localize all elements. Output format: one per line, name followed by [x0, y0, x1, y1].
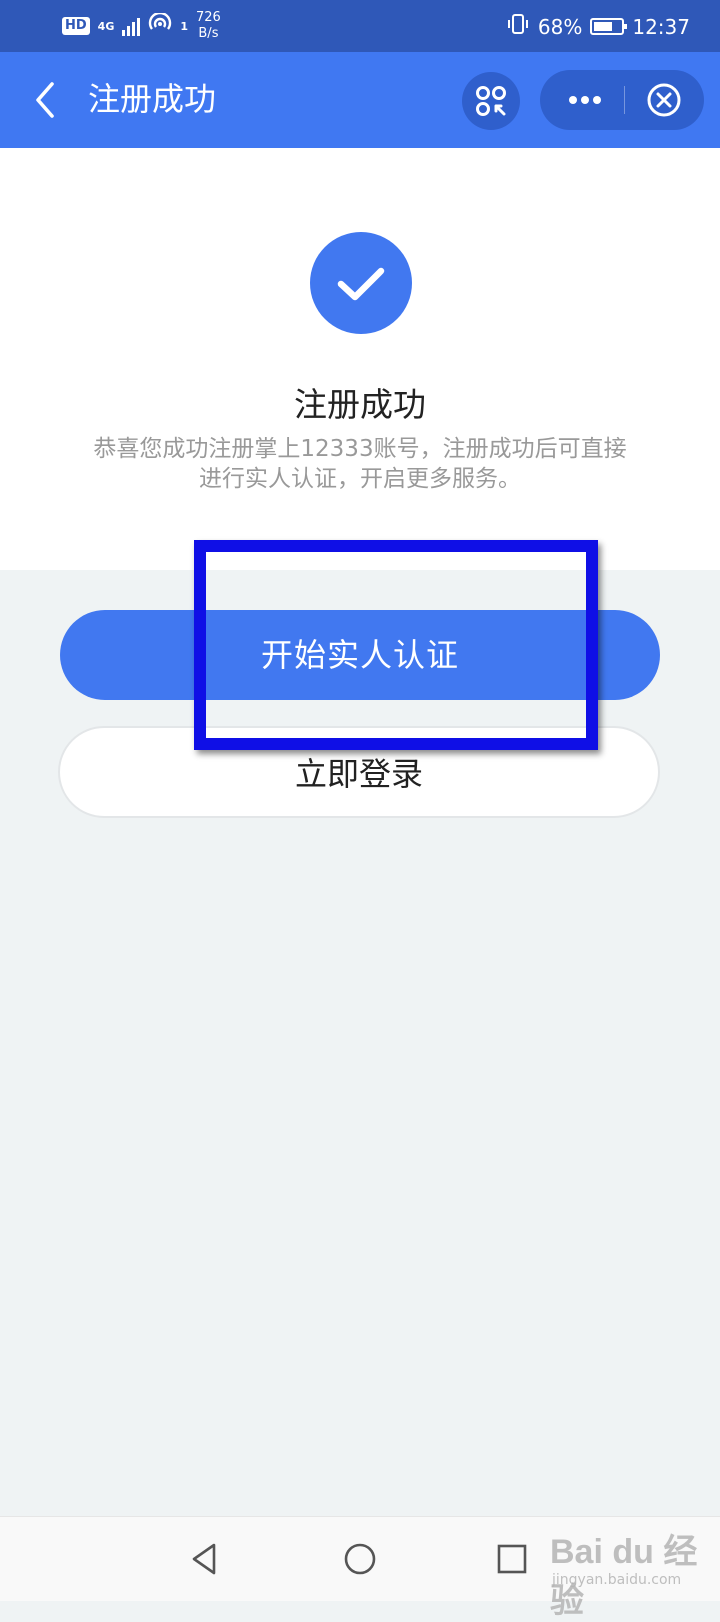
- speed-value: 726: [196, 10, 221, 25]
- status-left: HD 4G 1 726 B/s: [62, 10, 221, 42]
- status-right: 68% 12:37: [506, 12, 690, 41]
- hd-badge: HD: [62, 17, 90, 35]
- vibrate-icon: [506, 12, 530, 41]
- success-description: 恭喜您成功注册掌上12333账号，注册成功后可直接 进行实人认证，开启更多服务。: [60, 434, 660, 494]
- more-button[interactable]: [548, 74, 622, 126]
- triangle-back-icon: [192, 1543, 216, 1575]
- battery-icon: [590, 18, 628, 35]
- mini-program-button[interactable]: [462, 72, 520, 130]
- close-circle-icon: [647, 83, 681, 117]
- square-recent-icon: [497, 1544, 527, 1574]
- clock: 12:37: [632, 14, 690, 39]
- hotspot-icon: [148, 11, 172, 39]
- success-badge: [310, 232, 412, 334]
- watermark-url: jingyan.baidu.com: [552, 1572, 682, 1588]
- signal-icon: [122, 16, 141, 36]
- system-home-button[interactable]: [336, 1535, 384, 1583]
- speed-unit: B/s: [198, 26, 219, 41]
- header-bar: 注册成功: [0, 52, 720, 148]
- system-recent-button[interactable]: [488, 1535, 536, 1583]
- chevron-left-icon: [36, 82, 54, 118]
- description-line-1: 恭喜您成功注册掌上12333账号，注册成功后可直接: [93, 436, 627, 462]
- signal-slot-label: 1: [180, 19, 189, 33]
- baidu-watermark: Bai du 经验 jingyan.baidu.com: [550, 1520, 720, 1620]
- capsule-menu: [540, 70, 704, 130]
- battery-percent: 68%: [537, 14, 583, 39]
- mini-program-icon: [476, 86, 506, 116]
- system-back-button[interactable]: [180, 1535, 228, 1583]
- success-title: 注册成功: [294, 385, 426, 424]
- network-type-label: 4G: [97, 19, 115, 33]
- close-button[interactable]: [636, 76, 692, 124]
- highlight-annotation: [194, 540, 598, 750]
- check-icon: [337, 267, 385, 301]
- back-button[interactable]: [24, 74, 68, 126]
- network-speed: 726 B/s: [196, 10, 221, 42]
- status-bar: HD 4G 1 726 B/s 68% 12:37: [0, 0, 720, 52]
- page-title: 注册成功: [88, 80, 217, 118]
- circle-home-icon: [344, 1543, 376, 1575]
- description-line-2: 进行实人认证，开启更多服务。: [199, 466, 521, 492]
- success-card: 注册成功 恭喜您成功注册掌上12333账号，注册成功后可直接 进行实人认证，开启…: [0, 148, 720, 570]
- capsule-divider: [624, 86, 625, 114]
- more-dots-icon: [569, 96, 601, 104]
